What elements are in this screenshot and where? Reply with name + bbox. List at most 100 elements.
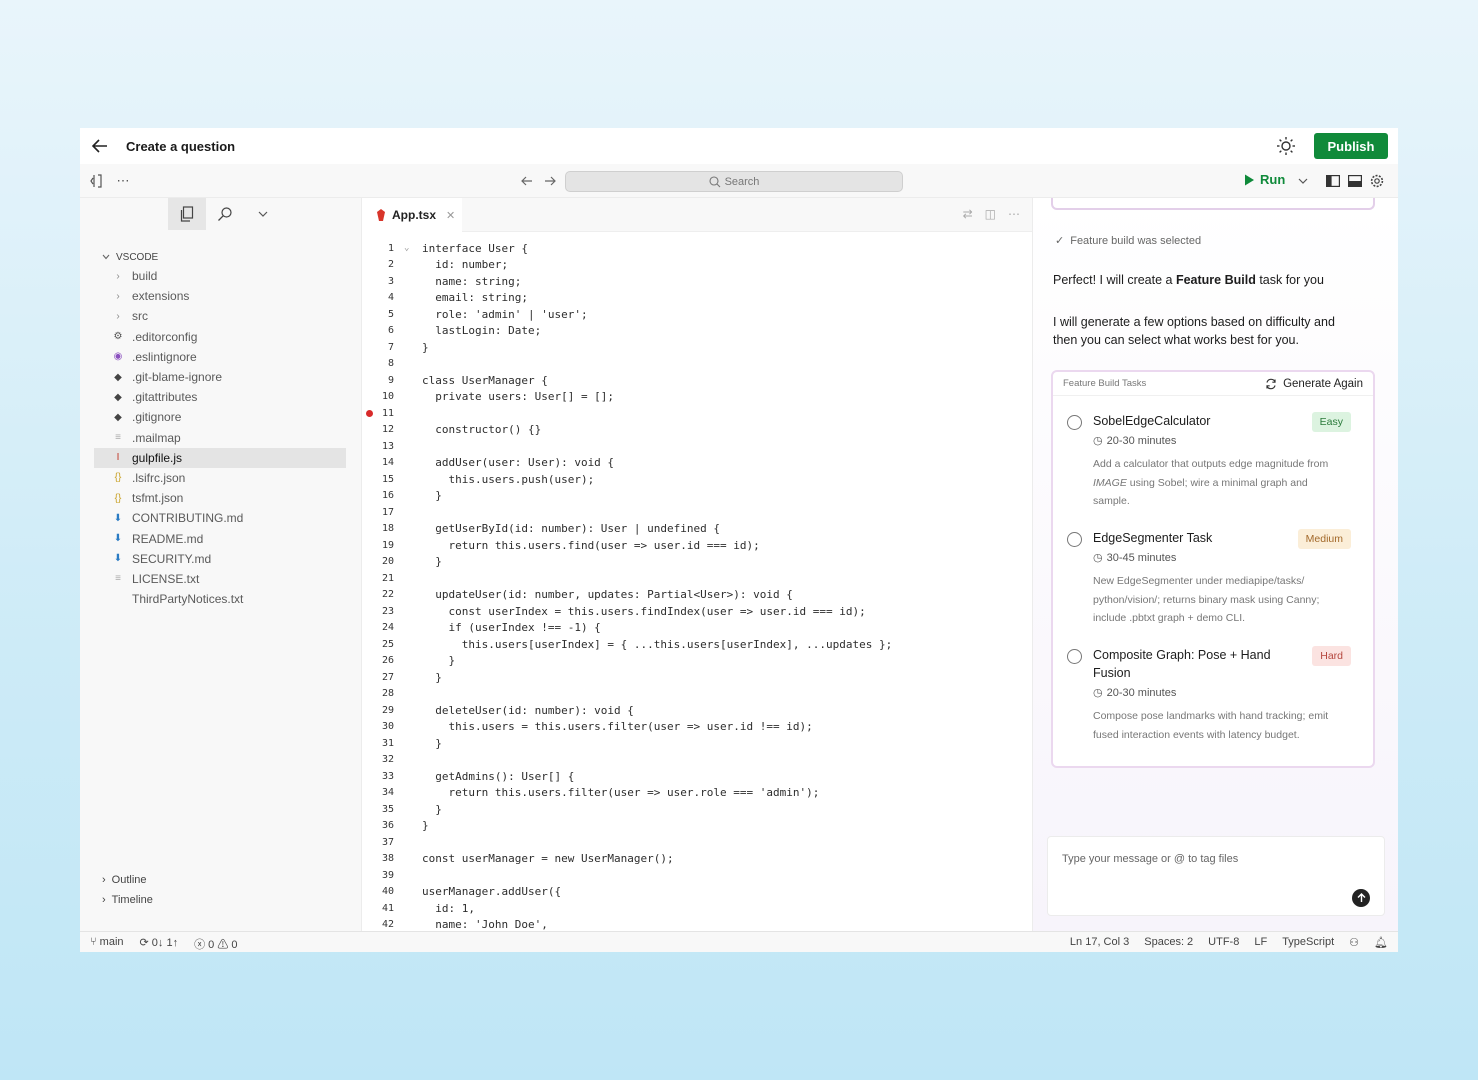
search-input[interactable]: Search (565, 171, 903, 192)
task-option[interactable]: EdgeSegmenter Task ◷ 30-45 minutes New Edge… (1067, 529, 1351, 628)
radio-button[interactable] (1067, 649, 1082, 664)
run-dropdown-chevron-icon[interactable] (1294, 172, 1312, 190)
tree-item[interactable]: ◉ .eslintignore (94, 347, 346, 367)
code-line[interactable]: 12 constructor() {} (362, 422, 1032, 439)
code-line[interactable]: 23 const userIndex = this.users.findInde… (362, 603, 1032, 620)
code-line[interactable]: 10 private users: User[] = []; (362, 389, 1032, 406)
tree-item[interactable]: ⬇ SECURITY.md (94, 549, 346, 569)
code-line[interactable]: 36} (362, 818, 1032, 835)
copilot-icon[interactable]: ⚇ (1349, 936, 1359, 949)
code-line[interactable]: 8 (362, 356, 1032, 373)
timeline-section[interactable]: › Timeline (102, 890, 153, 910)
language-mode[interactable]: TypeScript (1282, 936, 1334, 949)
code-line[interactable]: 5 role: 'admin' | 'user'; (362, 306, 1032, 323)
search-panel-icon[interactable] (206, 198, 244, 230)
code-line[interactable]: 3 name: string; (362, 273, 1032, 290)
code-line[interactable]: 7} (362, 339, 1032, 356)
code-line[interactable]: 4 email: string; (362, 290, 1032, 307)
tree-item[interactable]: {} tsfmt.json (94, 488, 346, 508)
code-line[interactable]: 25 this.users[userIndex] = { ...this.use… (362, 636, 1032, 653)
code-lines[interactable]: 1 ⌄ interface User {2 id: number; 3 name: s… (362, 240, 1032, 933)
tree-item[interactable]: › extensions (94, 286, 346, 306)
code-line[interactable]: 26 } (362, 653, 1032, 670)
radio-button[interactable] (1067, 532, 1082, 547)
code-line[interactable]: 41 id: 1, (362, 900, 1032, 917)
tree-item[interactable]: ≡ .mailmap (94, 428, 346, 448)
code-line[interactable]: 15 this.users.push(user); (362, 471, 1032, 488)
sync-status[interactable]: ⟳ 0↓ 1↑ (140, 936, 179, 952)
split-editor-icon[interactable]: ◫ (985, 207, 996, 221)
line-ending[interactable]: LF (1254, 936, 1267, 949)
code-line[interactable]: 27 } (362, 669, 1032, 686)
code-line[interactable]: 14 addUser(user: User): void { (362, 455, 1032, 472)
code-line[interactable]: 39 (362, 867, 1032, 884)
chat-input[interactable]: Type your message or @ to tag files (1047, 836, 1385, 916)
code-line[interactable]: 24 if (userIndex !== -1) { (362, 620, 1032, 637)
outline-section[interactable]: › Outline (102, 870, 153, 890)
encoding[interactable]: UTF-8 (1208, 936, 1239, 949)
tree-item[interactable]: ◆ .gitignore (94, 407, 346, 427)
code-line[interactable]: 22 updateUser(id: number, updates: Parti… (362, 587, 1032, 604)
code-line[interactable]: 13 (362, 438, 1032, 455)
send-button[interactable] (1352, 889, 1370, 907)
code-line[interactable]: 32 (362, 752, 1032, 769)
fold-chevron-icon[interactable]: ⌄ (396, 243, 422, 253)
code-line[interactable]: 31 } (362, 735, 1032, 752)
generate-again-button[interactable]: Generate Again (1265, 378, 1363, 390)
nav-back-icon[interactable] (518, 172, 536, 190)
tree-item[interactable]: ≡ LICENSE.txt (94, 569, 346, 589)
tree-item[interactable]: ⬇ CONTRIBUTING.md (94, 508, 346, 528)
radio-button[interactable] (1067, 415, 1082, 430)
code-line[interactable]: 17 (362, 504, 1032, 521)
more-icon[interactable]: ⋯ (1008, 207, 1020, 221)
code-line[interactable]: 29 deleteUser(id: number): void { (362, 702, 1032, 719)
tree-item[interactable]: ◆ .gitattributes (94, 387, 346, 407)
bell-icon[interactable]: 🔔︎ (1374, 936, 1388, 949)
tree-item[interactable]: ThirdPartyNotices.txt (94, 589, 346, 609)
chevron-down-icon[interactable] (244, 198, 282, 230)
breakpoint-dot[interactable] (366, 410, 373, 417)
gear-icon[interactable] (1368, 172, 1386, 190)
tab-app-tsx[interactable]: App.tsx ✕ (362, 198, 462, 232)
code-line[interactable]: 9 class UserManager { (362, 372, 1032, 389)
code-line[interactable]: 21 (362, 570, 1032, 587)
code-line[interactable]: 6 lastLogin: Date; (362, 323, 1032, 340)
code-line[interactable]: 33 getAdmins(): User[] { (362, 768, 1032, 785)
tree-item[interactable]: ◆ .git-blame-ignore (94, 367, 346, 387)
tree-root[interactable]: VSCODE (94, 248, 346, 266)
files-icon[interactable] (168, 198, 206, 230)
task-option[interactable]: Composite Graph: Pose + Hand Fusion ◷ 20-3… (1067, 646, 1351, 744)
more-icon[interactable]: ⋯ (114, 172, 132, 190)
back-arrow-icon[interactable] (84, 128, 116, 164)
code-line[interactable]: 34 return this.users.filter(user => user… (362, 785, 1032, 802)
code-line[interactable]: 35 } (362, 801, 1032, 818)
toggle-primary-sidebar-icon[interactable] (1324, 172, 1342, 190)
code-line[interactable]: 28 (362, 686, 1032, 703)
sun-icon[interactable] (1274, 134, 1298, 158)
tree-item[interactable]: ⬇ README.md (94, 528, 346, 548)
branch-status[interactable]: ⑂ main (90, 936, 124, 952)
compare-icon[interactable]: ⇄ (963, 207, 973, 221)
problems-status[interactable]: ⓧ 0 ⚠ 0 (194, 936, 237, 952)
code-line[interactable]: 30 this.users = this.users.filter(user =… (362, 719, 1032, 736)
code-line[interactable]: 37 (362, 834, 1032, 851)
code-line[interactable]: 18 getUserById(id: number): User | undef… (362, 521, 1032, 538)
cursor-position[interactable]: Ln 17, Col 3 (1070, 936, 1129, 949)
code-line[interactable]: 19 return this.users.find(user => user.i… (362, 537, 1032, 554)
tree-item[interactable]: ⚙ .editorconfig (94, 327, 346, 347)
tree-item[interactable]: Igulpfile.js (94, 447, 346, 468)
task-option[interactable]: SobelEdgeCalculator ◷ 20-30 minutes Add a c… (1067, 412, 1351, 511)
code-line[interactable]: 38 const userManager = new UserManager(); (362, 851, 1032, 868)
indentation[interactable]: Spaces: 2 (1144, 936, 1193, 949)
publish-button[interactable]: Publish (1314, 133, 1388, 159)
code-line[interactable]: 2 id: number; (362, 257, 1032, 274)
close-icon[interactable]: ✕ (446, 209, 455, 222)
code-line[interactable]: 40 userManager.addUser({ (362, 884, 1032, 901)
tree-item[interactable]: › src (94, 306, 346, 326)
code-line[interactable]: 16 } (362, 488, 1032, 505)
code-line[interactable]: 20 } (362, 554, 1032, 571)
tree-item[interactable]: {} .lsifrc.json (94, 468, 346, 488)
nav-forward-icon[interactable] (541, 172, 559, 190)
tree-item[interactable]: › build (94, 266, 346, 286)
toggle-sidebar-icon[interactable] (87, 172, 105, 190)
